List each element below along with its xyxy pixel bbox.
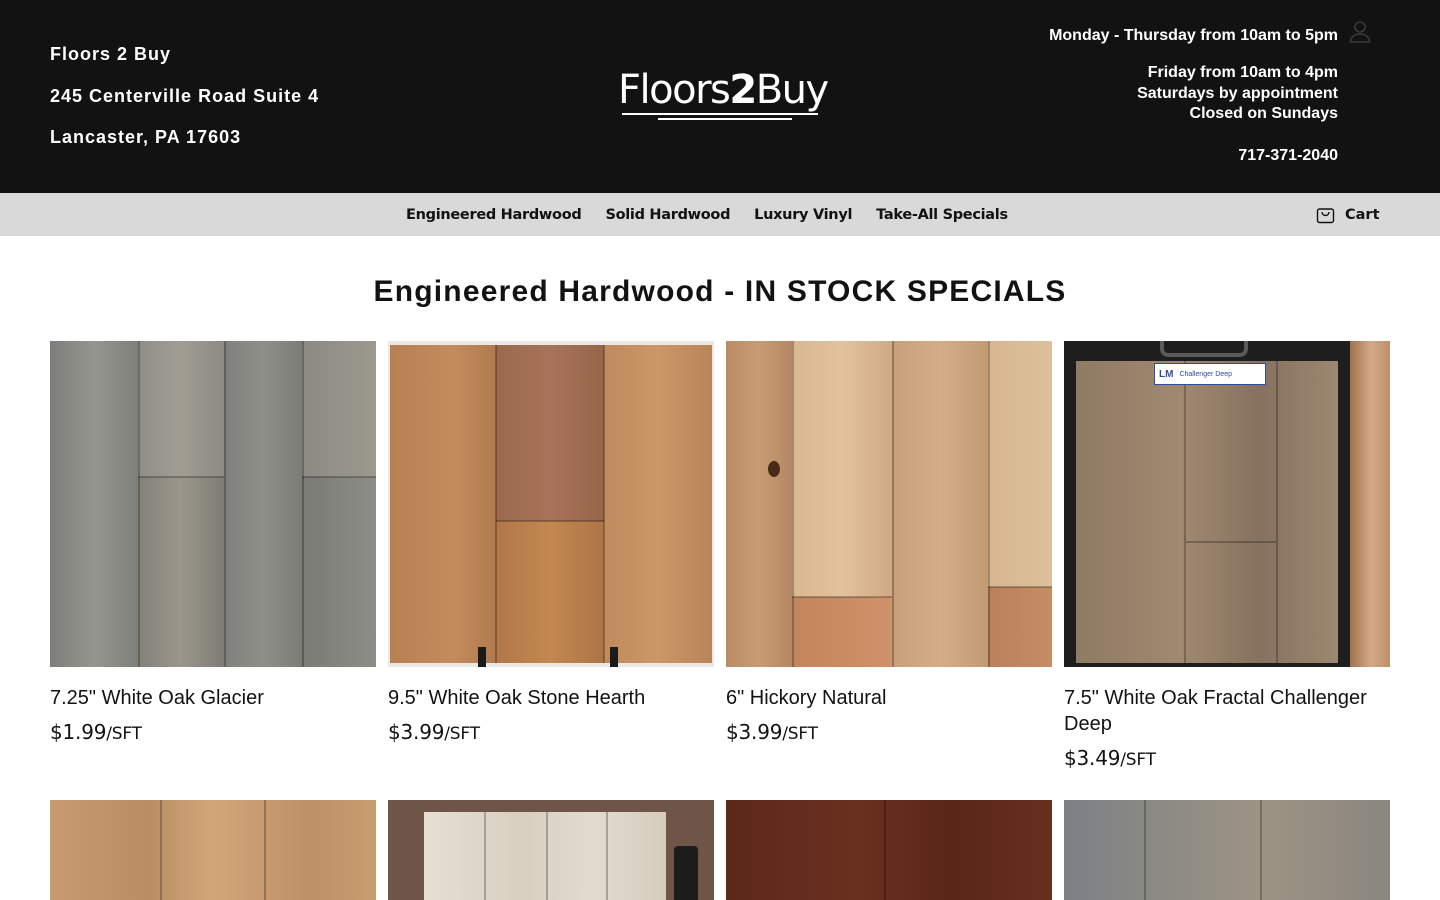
product-card[interactable] (388, 800, 714, 900)
phone-number: 717-371-2040 (1238, 146, 1338, 164)
nav-item-take-all-specials[interactable]: Take-All Specials (876, 207, 1008, 223)
product-image[interactable] (726, 800, 1052, 900)
product-image[interactable] (388, 341, 714, 667)
product-image[interactable] (1064, 800, 1390, 900)
nav-item-engineered-hardwood[interactable]: Engineered Hardwood (406, 207, 582, 223)
user-icon[interactable] (1349, 20, 1371, 44)
site-header: Floors 2 Buy 245 Centerville Road Suite … (0, 0, 1440, 193)
address-line-1: 245 Centerville Road Suite 4 (50, 85, 320, 106)
address-line-2: Lancaster, PA 17603 (50, 127, 242, 147)
cart-label: Cart (1345, 206, 1380, 223)
product-card[interactable]: 7.25" White Oak Glacier $1.99/SFT (50, 341, 376, 747)
sample-sign-brand: LM (1159, 368, 1174, 380)
product-card[interactable]: LM Challenger Deep 7.5" White Oak Fracta… (1064, 341, 1390, 773)
store-address: Floors 2 Buy 245 Centerville Road Suite … (50, 44, 319, 169)
store-hours: Monday - Thursday from 10am to 5pm Frida… (1049, 26, 1338, 166)
hours-line-4: Closed on Sundays (1189, 105, 1338, 122)
cart-icon (1316, 208, 1335, 224)
product-title[interactable]: 6" Hickory Natural (726, 685, 1052, 711)
product-image[interactable] (388, 800, 714, 900)
sample-sign: LM Challenger Deep (1154, 363, 1266, 385)
nav-links: Engineered Hardwood Solid Hardwood Luxur… (406, 193, 1032, 236)
product-image[interactable] (726, 341, 1052, 667)
main-nav: Engineered Hardwood Solid Hardwood Luxur… (0, 193, 1440, 236)
product-card[interactable] (50, 800, 376, 900)
hours-line-3: Saturdays by appointment (1137, 84, 1338, 102)
product-image[interactable] (50, 800, 376, 900)
site-logo[interactable]: Floors2Buy (618, 66, 829, 124)
nav-item-luxury-vinyl[interactable]: Luxury Vinyl (754, 207, 852, 223)
product-card[interactable] (726, 800, 1052, 900)
logo-underline-1 (622, 113, 818, 115)
product-card[interactable]: 6" Hickory Natural $3.99/SFT (726, 341, 1052, 747)
sample-sign-text: Challenger Deep (1179, 370, 1232, 378)
product-price: $3.99/SFT (726, 720, 818, 744)
product-card[interactable]: 9.5" White Oak Stone Hearth $3.99/SFT (388, 341, 714, 747)
product-image[interactable]: LM Challenger Deep (1064, 341, 1390, 667)
page-title: Engineered Hardwood - IN STOCK SPECIALS (373, 275, 1067, 308)
nav-item-solid-hardwood[interactable]: Solid Hardwood (605, 207, 730, 223)
product-price: $3.99/SFT (388, 720, 480, 744)
product-image[interactable] (50, 341, 376, 667)
product-price: $3.49/SFT (1064, 746, 1156, 770)
product-title[interactable]: 9.5" White Oak Stone Hearth (388, 685, 714, 711)
product-card[interactable] (1064, 800, 1390, 900)
logo-wordmark: Floors2Buy (618, 67, 829, 113)
cart-button[interactable]: Cart (1316, 193, 1380, 236)
store-name: Floors 2 Buy (50, 44, 172, 64)
product-price: $1.99/SFT (50, 720, 142, 744)
hours-line-1: Monday - Thursday from 10am to 5pm (1049, 27, 1338, 44)
product-title[interactable]: 7.5" White Oak Fractal Challenger Deep (1064, 685, 1390, 737)
hours-line-2: Friday from 10am to 4pm (1147, 64, 1338, 81)
logo-underline-2 (658, 118, 792, 120)
product-title[interactable]: 7.25" White Oak Glacier (50, 685, 376, 711)
